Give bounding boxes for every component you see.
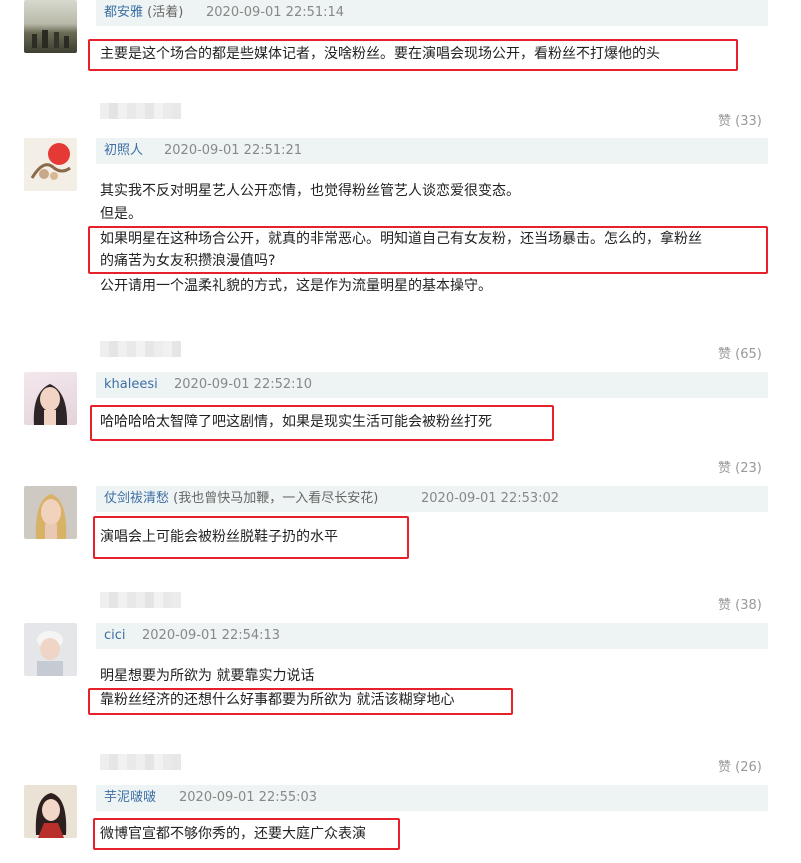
timestamp: 2020-09-01 22:55:03 xyxy=(179,790,318,805)
timestamp: 2020-09-01 22:54:13 xyxy=(142,628,281,643)
comment-header: 芋泥啵啵 2020-09-01 22:55:03 xyxy=(96,785,768,811)
comment-text: 主要是这个场合的都是些媒体记者，没啥粉丝。要在演唱会现场公开，看粉丝不打爆他的头 xyxy=(100,46,660,62)
comment-header: 初照人 2020-09-01 22:51:21 xyxy=(96,138,768,164)
username-link[interactable]: 芋泥啵啵 xyxy=(104,785,156,811)
timestamp: 2020-09-01 22:52:10 xyxy=(174,377,313,392)
avatar[interactable] xyxy=(24,138,77,191)
avatar[interactable] xyxy=(24,372,77,425)
like-button[interactable]: 赞 (33) xyxy=(718,110,762,129)
comment-text: 其实我不反对明星艺人公开恋情，也觉得粉丝管艺人谈恋爱很变态。 xyxy=(100,183,520,199)
username-link[interactable]: 初照人 xyxy=(104,138,143,164)
comment-text: 但是。 xyxy=(100,206,142,222)
like-button[interactable]: 赞 (23) xyxy=(718,457,762,476)
username-link[interactable]: 都安雅 (活着) xyxy=(104,0,183,26)
comment-header: cici 2020-09-01 22:54:13 xyxy=(96,623,768,649)
username-link[interactable]: khaleesi xyxy=(104,372,158,398)
avatar[interactable] xyxy=(24,486,77,539)
comment-text: 明星想要为所欲为 就要靠实力说话 xyxy=(100,668,315,684)
comment-header: 仗剑祓清愁 (我也曾快马加鞭，一入看尽长安花) 2020-09-01 22:53… xyxy=(96,486,768,512)
like-button[interactable]: 赞 (26) xyxy=(718,756,762,775)
avatar[interactable] xyxy=(24,623,77,676)
avatar[interactable] xyxy=(24,785,77,838)
comment-text: 如果明星在这种场合公开，就真的非常恶心。明知道自己有女友粉，还当场暴击。怎么的，… xyxy=(100,231,702,247)
username-link[interactable]: 仗剑祓清愁 (我也曾快马加鞭，一入看尽长安花) xyxy=(104,486,378,512)
comment-text: 的痛苦为女友积攒浪漫值吗? xyxy=(100,253,276,269)
comment-text: 哈哈哈哈太智障了吧这剧情，如果是现实生活可能会被粉丝打死 xyxy=(100,414,492,430)
redacted-name-mosaic xyxy=(100,592,181,608)
like-button[interactable]: 赞 (38) xyxy=(718,594,762,613)
comment-header: 都安雅 (活着) 2020-09-01 22:51:14 xyxy=(96,0,768,26)
comment-header: khaleesi 2020-09-01 22:52:10 xyxy=(96,372,768,398)
timestamp: 2020-09-01 22:51:21 xyxy=(164,143,303,158)
timestamp: 2020-09-01 22:53:02 xyxy=(421,491,560,506)
timestamp: 2020-09-01 22:51:14 xyxy=(206,5,345,20)
like-button[interactable]: 赞 (65) xyxy=(718,343,762,362)
redacted-name-mosaic xyxy=(100,341,181,357)
redacted-name-mosaic xyxy=(100,103,181,119)
comment-text: 演唱会上可能会被粉丝脱鞋子扔的水平 xyxy=(100,529,338,545)
comment-text: 公开请用一个温柔礼貌的方式，这是作为流量明星的基本操守。 xyxy=(100,278,492,294)
comment-text: 靠粉丝经济的还想什么好事都要为所欲为 就活该糊穿地心 xyxy=(100,692,455,708)
avatar[interactable] xyxy=(24,0,77,53)
username-link[interactable]: cici xyxy=(104,623,126,649)
comment-text: 微博官宣都不够你秀的，还要大庭广众表演 xyxy=(100,826,366,842)
redacted-name-mosaic xyxy=(100,754,181,770)
